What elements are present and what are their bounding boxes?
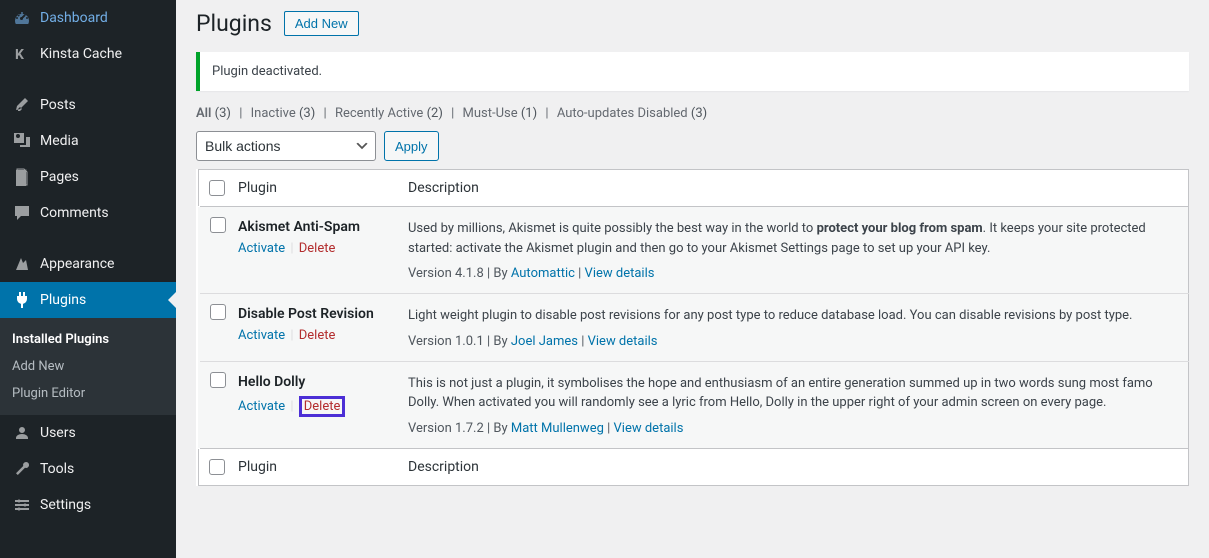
plugin-description: Light weight plugin to disable post revi… bbox=[408, 306, 1178, 326]
page-title: Plugins bbox=[196, 10, 272, 37]
author-link[interactable]: Automattic bbox=[511, 266, 575, 281]
sidebar-item-tools[interactable]: Tools bbox=[0, 451, 176, 487]
column-description-footer[interactable]: Description bbox=[398, 448, 1189, 485]
plugin-name: Akismet Anti-Spam bbox=[238, 219, 388, 235]
view-details-link[interactable]: View details bbox=[585, 266, 655, 281]
view-details-link[interactable]: View details bbox=[588, 334, 658, 349]
delete-link[interactable]: Delete bbox=[299, 241, 336, 256]
plugin-name: Disable Post Revision bbox=[238, 306, 388, 322]
plugins-table: Plugin Description Akismet Anti-Spam Act… bbox=[196, 169, 1189, 486]
sidebar-item-label: Settings bbox=[40, 497, 91, 513]
sidebar-item-users[interactable]: Users bbox=[0, 415, 176, 451]
column-description[interactable]: Description bbox=[398, 170, 1189, 207]
filter-all[interactable]: All bbox=[196, 106, 211, 121]
sidebar-item-label: Pages bbox=[40, 169, 79, 185]
sidebar-item-media[interactable]: Media bbox=[0, 123, 176, 159]
plugins-icon bbox=[12, 290, 32, 310]
submenu-plugin-editor[interactable]: Plugin Editor bbox=[0, 380, 176, 407]
media-icon bbox=[12, 131, 32, 151]
settings-icon bbox=[12, 495, 32, 515]
plugin-description: Used by millions, Akismet is quite possi… bbox=[408, 219, 1178, 258]
pages-icon bbox=[12, 167, 32, 187]
main-content: Plugins Add New Plugin deactivated. All … bbox=[176, 0, 1209, 558]
sidebar-item-label: Comments bbox=[40, 205, 109, 221]
sidebar-item-dashboard[interactable]: Dashboard bbox=[0, 0, 176, 36]
dashboard-icon bbox=[12, 8, 32, 28]
plugin-meta: Version 1.0.1 | By Joel James | View det… bbox=[408, 334, 1178, 349]
plugin-checkbox[interactable] bbox=[210, 372, 226, 388]
delete-highlight: Delete bbox=[299, 396, 346, 417]
filter-auto-updates-disabled[interactable]: Auto-updates Disabled bbox=[557, 106, 688, 121]
filter-must-use[interactable]: Must-Use bbox=[463, 106, 518, 121]
delete-link[interactable]: Delete bbox=[299, 328, 336, 343]
sidebar-item-label: Appearance bbox=[40, 256, 114, 272]
admin-sidebar: Dashboard K Kinsta Cache Posts Media Pag… bbox=[0, 0, 176, 558]
author-link[interactable]: Joel James bbox=[511, 334, 578, 349]
appearance-icon bbox=[12, 254, 32, 274]
activate-link[interactable]: Activate bbox=[238, 241, 285, 256]
plugin-checkbox[interactable] bbox=[210, 304, 226, 320]
sidebar-item-label: Posts bbox=[40, 97, 76, 113]
sidebar-item-label: Media bbox=[40, 133, 79, 149]
column-plugin[interactable]: Plugin bbox=[228, 170, 398, 207]
select-all-checkbox[interactable] bbox=[209, 180, 225, 196]
add-new-button[interactable]: Add New bbox=[284, 11, 359, 36]
filter-recently-active[interactable]: Recently Active bbox=[335, 106, 423, 121]
author-link[interactable]: Matt Mullenweg bbox=[511, 421, 604, 436]
activate-link[interactable]: Activate bbox=[238, 399, 285, 414]
sidebar-item-plugins[interactable]: Plugins bbox=[0, 282, 176, 318]
select-all-checkbox-footer[interactable] bbox=[209, 459, 225, 475]
kinsta-icon: K bbox=[12, 44, 32, 64]
column-plugin-footer[interactable]: Plugin bbox=[228, 448, 398, 485]
sidebar-item-label: Tools bbox=[40, 461, 74, 477]
sidebar-item-posts[interactable]: Posts bbox=[0, 87, 176, 123]
notice-success: Plugin deactivated. bbox=[196, 52, 1189, 91]
filter-inactive[interactable]: Inactive bbox=[251, 106, 296, 121]
tools-icon bbox=[12, 459, 32, 479]
submenu-add-new[interactable]: Add New bbox=[0, 353, 176, 380]
view-details-link[interactable]: View details bbox=[614, 421, 684, 436]
sidebar-item-label: Dashboard bbox=[40, 10, 108, 26]
sidebar-item-label: Users bbox=[40, 425, 76, 441]
plugin-row: Hello Dolly Activate | Delete This is no… bbox=[198, 361, 1189, 448]
comments-icon bbox=[12, 203, 32, 223]
sidebar-item-pages[interactable]: Pages bbox=[0, 159, 176, 195]
pin-icon bbox=[12, 95, 32, 115]
plugin-meta: Version 1.7.2 | By Matt Mullenweg | View… bbox=[408, 421, 1178, 436]
sidebar-item-label: Plugins bbox=[40, 292, 86, 308]
svg-text:K: K bbox=[15, 47, 24, 63]
plugins-submenu: Installed Plugins Add New Plugin Editor bbox=[0, 318, 176, 415]
plugin-description: This is not just a plugin, it symbolises… bbox=[408, 374, 1178, 413]
plugin-filters: All (3) | Inactive (3) | Recently Active… bbox=[196, 106, 1189, 121]
plugin-name: Hello Dolly bbox=[238, 374, 388, 390]
users-icon bbox=[12, 423, 32, 443]
plugin-row: Disable Post Revision Activate | Delete … bbox=[198, 294, 1189, 362]
bulk-actions-select[interactable]: Bulk actions bbox=[196, 131, 376, 161]
plugin-meta: Version 4.1.8 | By Automattic | View det… bbox=[408, 266, 1178, 281]
sidebar-item-kinsta-cache[interactable]: K Kinsta Cache bbox=[0, 36, 176, 72]
delete-link[interactable]: Delete bbox=[304, 399, 341, 414]
sidebar-item-settings[interactable]: Settings bbox=[0, 487, 176, 523]
activate-link[interactable]: Activate bbox=[238, 328, 285, 343]
apply-button[interactable]: Apply bbox=[384, 131, 439, 161]
sidebar-item-label: Kinsta Cache bbox=[40, 46, 122, 62]
sidebar-item-appearance[interactable]: Appearance bbox=[0, 246, 176, 282]
submenu-installed-plugins[interactable]: Installed Plugins bbox=[0, 326, 176, 353]
sidebar-item-comments[interactable]: Comments bbox=[0, 195, 176, 231]
plugin-row: Akismet Anti-Spam Activate | Delete Used… bbox=[198, 207, 1189, 294]
plugin-checkbox[interactable] bbox=[210, 217, 226, 233]
